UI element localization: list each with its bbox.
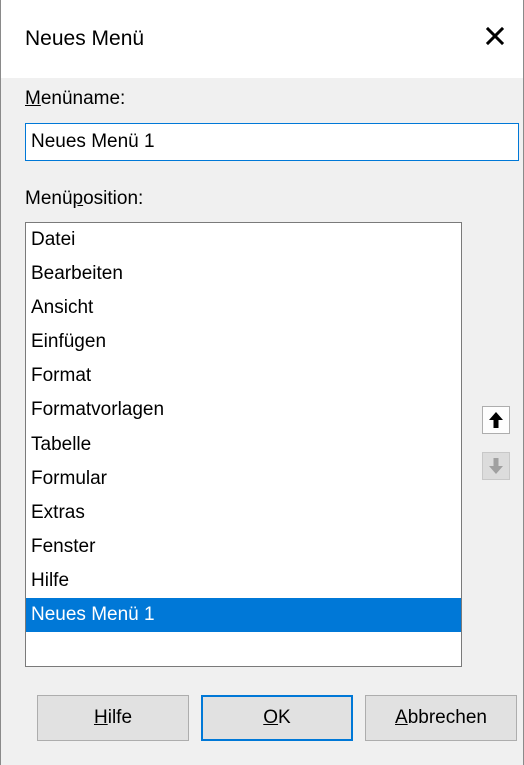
list-item[interactable]: Datei xyxy=(26,223,461,257)
menu-position-label-post: osition: xyxy=(83,188,144,209)
menu-name-label-text: enüname: xyxy=(40,88,126,109)
move-up-button[interactable] xyxy=(482,406,510,434)
cancel-button[interactable]: Abbrechen xyxy=(365,695,517,741)
list-item[interactable]: Ansicht xyxy=(26,291,461,325)
menu-position-list[interactable]: Datei Bearbeiten Ansicht Einfügen Format Form… xyxy=(25,222,462,667)
help-button-mnemonic: H xyxy=(93,707,108,728)
list-item[interactable]: Formular xyxy=(26,462,461,496)
list-item[interactable]: Fenster xyxy=(26,530,461,564)
menu-position-label-pre: Menü xyxy=(25,188,73,209)
cancel-button-label: bbrechen xyxy=(407,707,487,728)
list-item[interactable]: Einfügen xyxy=(26,325,461,359)
help-button-label: ilfe xyxy=(107,707,133,728)
ok-button-mnemonic: O xyxy=(263,707,279,728)
list-item[interactable]: Format xyxy=(26,359,461,393)
ok-button-label: K xyxy=(278,707,291,728)
list-item[interactable]: Bearbeiten xyxy=(26,257,461,291)
list-item[interactable]: Tabelle xyxy=(26,428,461,462)
arrow-down-icon xyxy=(489,458,503,474)
list-item[interactable]: Extras xyxy=(26,496,461,530)
list-item[interactable]: Neues Menü 1 xyxy=(26,598,461,633)
menu-name-label: Menüname: xyxy=(25,88,125,110)
title-bar: Neues Menü xyxy=(1,0,523,78)
close-icon xyxy=(485,26,505,46)
close-button[interactable] xyxy=(481,22,509,50)
ok-button[interactable]: OK xyxy=(201,695,353,741)
menu-position-label-mnemonic: p xyxy=(72,188,84,209)
list-item[interactable]: Formatvorlagen xyxy=(26,393,461,427)
cancel-button-mnemonic: A xyxy=(395,707,408,728)
arrow-up-icon xyxy=(489,412,503,428)
dialog-title: Neues Menü xyxy=(25,27,145,50)
new-menu-dialog: Neues Menü Menüname: Menüposition: Datei… xyxy=(0,0,524,765)
menu-name-input[interactable] xyxy=(25,123,519,161)
move-down-button[interactable] xyxy=(482,452,510,480)
help-button[interactable]: Hilfe xyxy=(37,695,189,741)
menu-name-label-mnemonic: M xyxy=(25,88,41,109)
menu-position-label: Menüposition: xyxy=(25,188,143,210)
list-item[interactable]: Hilfe xyxy=(26,564,461,598)
